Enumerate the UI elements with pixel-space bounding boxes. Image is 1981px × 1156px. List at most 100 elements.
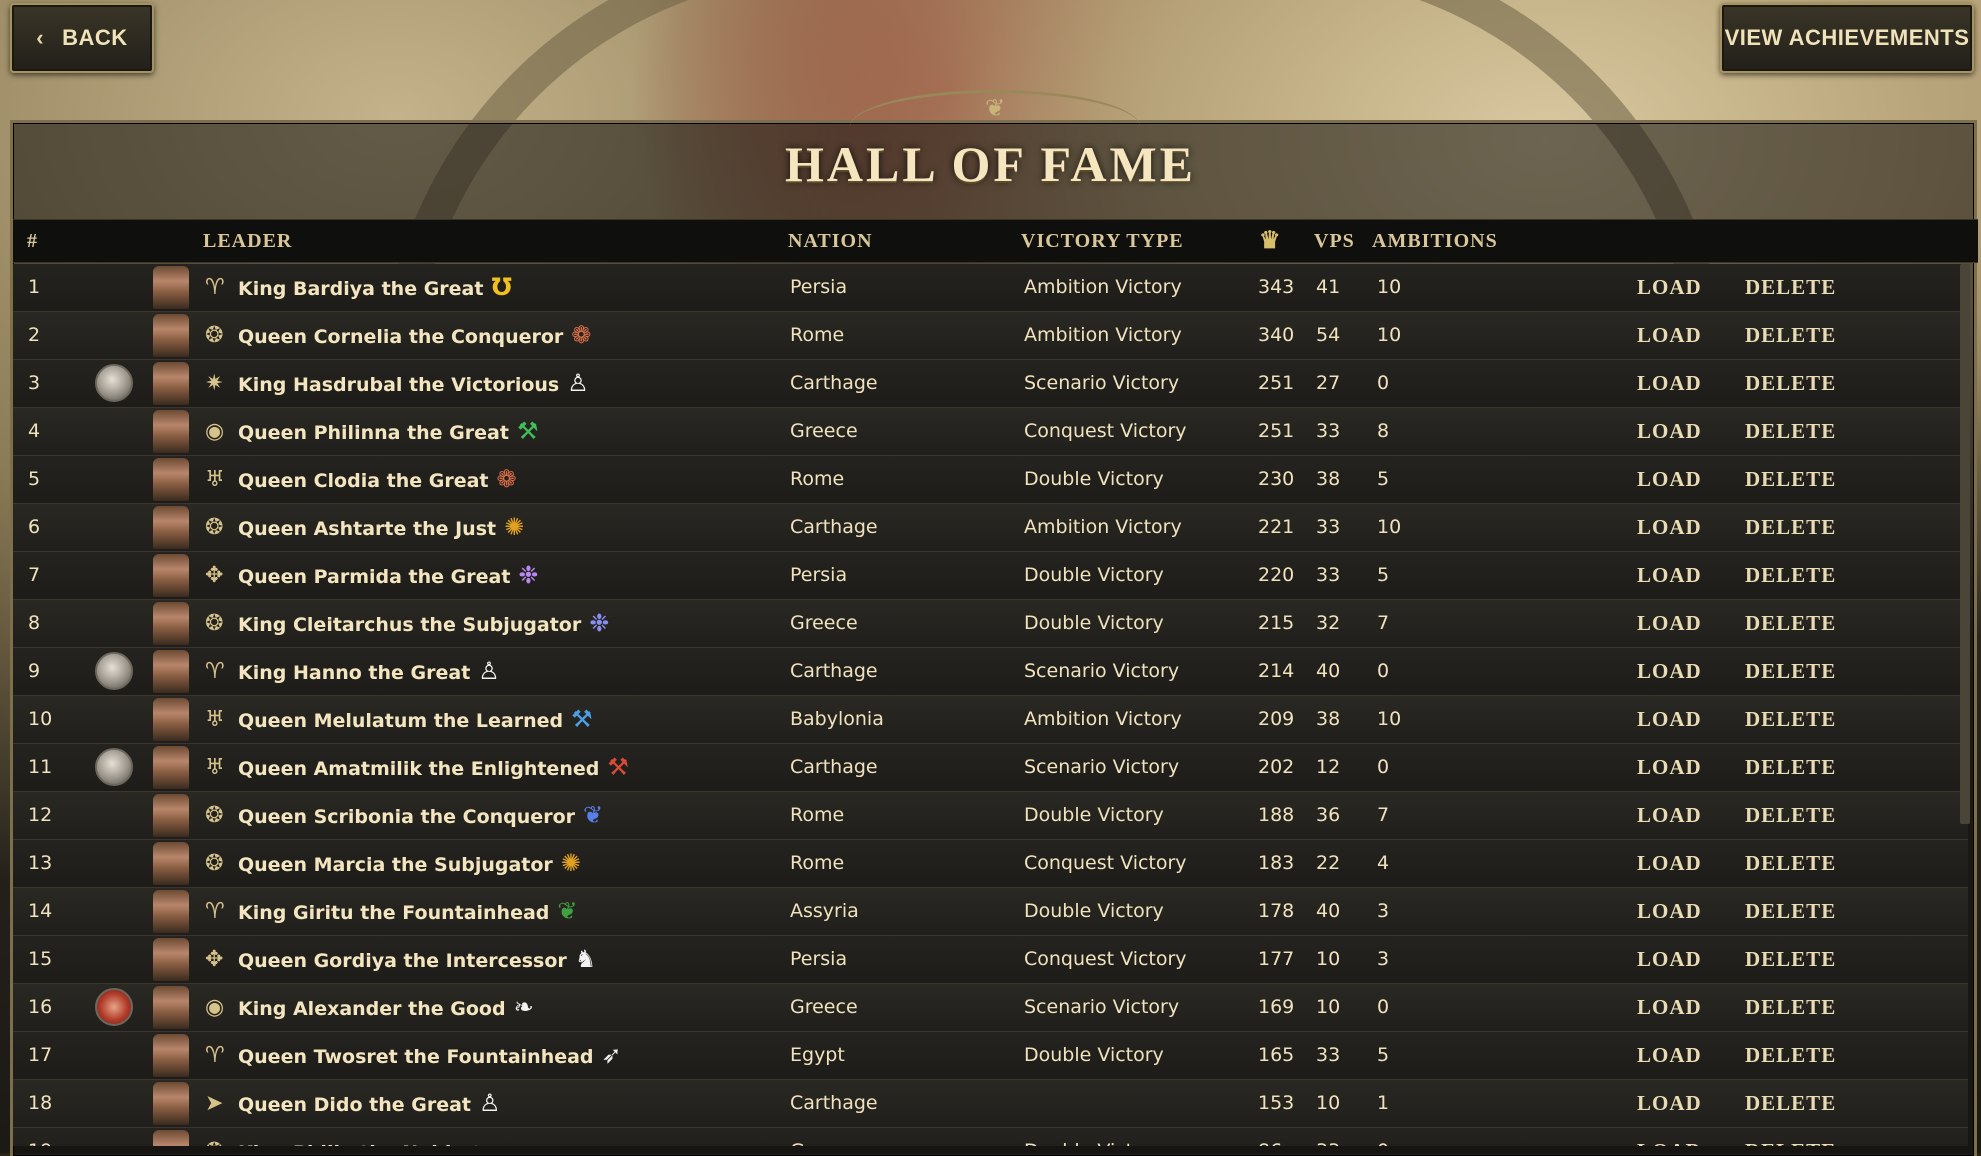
table-row: 4 ◉ Queen Philinna the Great ⚒ Greece Conques… — [13, 408, 1968, 456]
row-vps: 27 — [1316, 372, 1341, 394]
row-victory-type: Scenario Victory — [1024, 996, 1180, 1018]
leader-portrait — [153, 842, 189, 885]
legacy-path-icon: ♞ — [574, 945, 597, 973]
load-button[interactable]: LOAD — [1637, 840, 1702, 887]
load-button[interactable]: LOAD — [1637, 744, 1702, 791]
row-vps: 33 — [1316, 1128, 1340, 1146]
row-vps: 33 — [1316, 1044, 1341, 1066]
delete-button[interactable]: DELETE — [1745, 1080, 1836, 1127]
row-victory-type: Scenario Victory — [1024, 756, 1180, 778]
table-row: 11 ♅ Queen Amatmilik the Enlightened ⚒ Carth… — [13, 744, 1968, 792]
leader-portrait — [153, 650, 189, 693]
legacy-path-icon: ❦ — [583, 801, 604, 829]
row-vps: 38 — [1316, 468, 1341, 490]
table-row: 13 ❂ Queen Marcia the Subjugator ✺ Rome Conqu… — [13, 840, 1968, 888]
load-button[interactable]: LOAD — [1637, 456, 1702, 503]
scenario-badge-icon — [95, 988, 133, 1026]
table-row: 9 ♈ King Hanno the Great ♙ Carthage Scenario … — [13, 648, 1968, 696]
leader-portrait — [153, 1082, 189, 1125]
leader-name: Queen Scribonia the Conqueror ❦ — [238, 792, 603, 841]
row-ambitions: 1 — [1377, 1092, 1390, 1114]
legacy-path-icon: ✺ — [560, 849, 581, 877]
row-nation: Persia — [790, 564, 848, 586]
row-vps: 38 — [1316, 708, 1341, 730]
delete-button[interactable]: DELETE — [1745, 984, 1836, 1031]
crown-icon: ♛ — [1259, 228, 1282, 254]
delete-button[interactable]: DELETE — [1745, 264, 1836, 311]
load-button[interactable]: LOAD — [1637, 1128, 1702, 1146]
leader-name-text: Queen Cornelia the Conqueror — [238, 326, 564, 348]
row-rank: 18 — [28, 1092, 53, 1114]
delete-button[interactable]: DELETE — [1745, 696, 1836, 743]
delete-button[interactable]: DELETE — [1745, 600, 1836, 647]
row-victory-type: Ambition Victory — [1024, 516, 1182, 538]
row-ambitions: 7 — [1377, 804, 1390, 826]
load-button[interactable]: LOAD — [1637, 552, 1702, 599]
row-vps: 12 — [1316, 756, 1341, 778]
leader-portrait — [153, 458, 189, 501]
delete-button[interactable]: DELETE — [1745, 504, 1836, 551]
delete-button[interactable]: DELETE — [1745, 360, 1836, 407]
leader-name: Queen Clodia the Great ❁ — [238, 456, 517, 505]
leader-name-text: Queen Scribonia the Conqueror — [238, 806, 575, 828]
row-score: 177 — [1258, 948, 1295, 970]
load-button[interactable]: LOAD — [1637, 1080, 1702, 1127]
leader-portrait — [153, 1130, 189, 1146]
legacy-path-icon: ❁ — [571, 321, 592, 349]
row-rank: 7 — [28, 564, 41, 586]
back-button[interactable]: ‹ BACK — [10, 3, 154, 73]
load-button[interactable]: LOAD — [1637, 888, 1702, 935]
row-score: 251 — [1258, 372, 1295, 394]
load-button[interactable]: LOAD — [1637, 984, 1702, 1031]
legacy-path-icon: ✺ — [504, 513, 525, 541]
scrollbar-thumb[interactable] — [1960, 264, 1970, 824]
delete-button[interactable]: DELETE — [1745, 456, 1836, 503]
leader-portrait — [153, 986, 189, 1029]
legacy-path-icon: ⚒ — [571, 705, 593, 733]
load-button[interactable]: LOAD — [1637, 696, 1702, 743]
load-button[interactable]: LOAD — [1637, 600, 1702, 647]
delete-button[interactable]: DELETE — [1745, 648, 1836, 695]
leader-name-text: Queen Philinna the Great — [238, 422, 509, 444]
row-rank: 3 — [28, 372, 41, 394]
load-button[interactable]: LOAD — [1637, 648, 1702, 695]
leader-name: Queen Marcia the Subjugator ✺ — [238, 840, 581, 889]
delete-button[interactable]: DELETE — [1745, 936, 1836, 983]
row-vps: 36 — [1316, 804, 1341, 826]
delete-button[interactable]: DELETE — [1745, 1128, 1836, 1146]
load-button[interactable]: LOAD — [1637, 312, 1702, 359]
delete-button[interactable]: DELETE — [1745, 552, 1836, 599]
dynasty-emblem-icon: ❂ — [205, 803, 224, 828]
row-nation: Greece — [790, 996, 858, 1018]
load-button[interactable]: LOAD — [1637, 360, 1702, 407]
load-button[interactable]: LOAD — [1637, 264, 1702, 311]
row-nation: Carthage — [790, 660, 878, 682]
leader-portrait — [153, 410, 189, 453]
table-header: # LEADER NATION VICTORY TYPE ♛ VPS AMBIT… — [13, 219, 1978, 263]
load-button[interactable]: LOAD — [1637, 792, 1702, 839]
load-button[interactable]: LOAD — [1637, 504, 1702, 551]
delete-button[interactable]: DELETE — [1745, 840, 1836, 887]
delete-button[interactable]: DELETE — [1745, 792, 1836, 839]
row-nation: Rome — [790, 804, 845, 826]
delete-button[interactable]: DELETE — [1745, 408, 1836, 455]
leader-name-text: King Giritu the Fountainhead — [238, 902, 550, 924]
row-nation: Egypt — [790, 1044, 845, 1066]
row-score: 221 — [1258, 516, 1295, 538]
delete-button[interactable]: DELETE — [1745, 312, 1836, 359]
row-score: 183 — [1258, 852, 1295, 874]
row-victory-type: Double Victory — [1024, 612, 1164, 634]
dynasty-emblem-icon: ✥ — [205, 563, 224, 588]
table-row: 2 ❂ Queen Cornelia the Conqueror ❁ Rome Ambit… — [13, 312, 1968, 360]
load-button[interactable]: LOAD — [1637, 936, 1702, 983]
delete-button[interactable]: DELETE — [1745, 1032, 1836, 1079]
leader-name-text: King Hasdrubal the Victorious — [238, 374, 560, 396]
delete-button[interactable]: DELETE — [1745, 888, 1836, 935]
view-achievements-button[interactable]: VIEW ACHIEVEMENTS — [1720, 3, 1974, 73]
delete-button[interactable]: DELETE — [1745, 744, 1836, 791]
load-button[interactable]: LOAD — [1637, 1032, 1702, 1079]
row-score: 214 — [1258, 660, 1295, 682]
load-button[interactable]: LOAD — [1637, 408, 1702, 455]
header-rank: # — [27, 230, 38, 252]
row-score: 202 — [1258, 756, 1295, 778]
